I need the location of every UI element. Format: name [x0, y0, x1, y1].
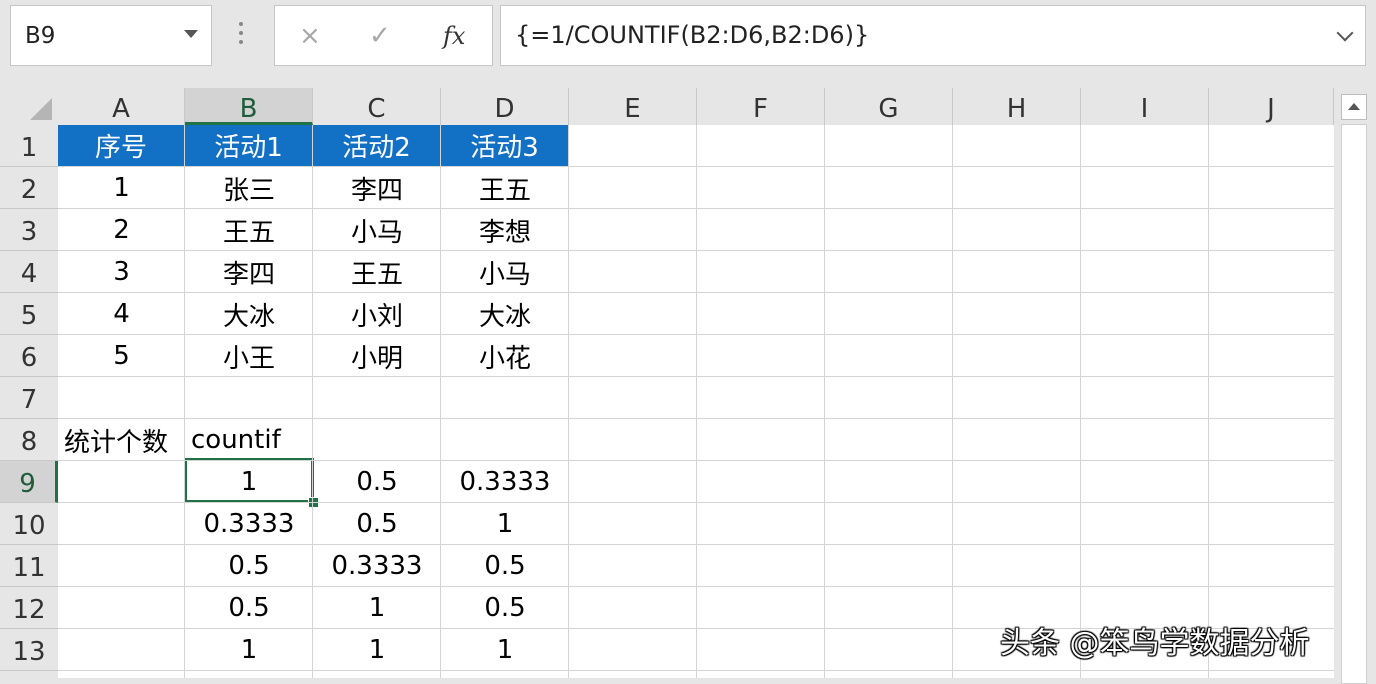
name-box[interactable]: B9	[10, 5, 212, 66]
column-header-d[interactable]: D	[441, 88, 569, 125]
gridline-horizontal	[58, 586, 1334, 587]
expand-formula-icon[interactable]	[1336, 24, 1354, 42]
formula-buttons: × ✓ fx	[274, 5, 493, 66]
cell-a8[interactable]: 统计个数	[58, 419, 185, 461]
cell-c10[interactable]: 0.5	[313, 503, 441, 545]
formula-text[interactable]: {=1/COUNTIF(B2:D6,B2:D6)}	[515, 21, 869, 49]
cell-a4[interactable]: 3	[58, 251, 185, 293]
column-header-h[interactable]: H	[953, 88, 1081, 125]
row-header-5[interactable]: 5	[0, 293, 58, 335]
select-all-button[interactable]	[0, 88, 58, 125]
gridline-horizontal	[58, 460, 1334, 461]
cell-d12[interactable]: 0.5	[441, 587, 569, 629]
vertical-scrollbar[interactable]	[1334, 88, 1376, 684]
cell-a6[interactable]: 5	[58, 335, 185, 377]
cell-d3[interactable]: 李想	[441, 209, 569, 251]
cell-c12[interactable]: 1	[313, 587, 441, 629]
cell-a3[interactable]: 2	[58, 209, 185, 251]
column-header-e[interactable]: E	[569, 88, 697, 125]
active-cell-border	[184, 458, 314, 503]
more-options-icon[interactable]	[238, 22, 244, 48]
cell-a2[interactable]: 1	[58, 167, 185, 209]
cell-d2[interactable]: 王五	[441, 167, 569, 209]
cell-b11[interactable]: 0.5	[185, 545, 313, 587]
row-header-11[interactable]: 11	[0, 545, 58, 587]
cell-b5[interactable]: 大冰	[185, 293, 313, 335]
scrollbar-track[interactable]	[1341, 124, 1367, 684]
name-box-value: B9	[25, 23, 56, 49]
cell-b2[interactable]: 张三	[185, 167, 313, 209]
cell-c1[interactable]: 活动2	[313, 125, 441, 166]
formula-input[interactable]: {=1/COUNTIF(B2:D6,B2:D6)}	[500, 5, 1366, 66]
cell-b12[interactable]: 0.5	[185, 587, 313, 629]
enter-icon[interactable]: ✓	[369, 20, 391, 52]
cell-c4[interactable]: 王五	[313, 251, 441, 293]
cell-b6[interactable]: 小王	[185, 335, 313, 377]
row-header-8[interactable]: 8	[0, 419, 58, 461]
gridline-horizontal	[58, 334, 1334, 335]
cell-d9[interactable]: 0.3333	[441, 461, 569, 503]
cell-d4[interactable]: 小马	[441, 251, 569, 293]
row-header-6[interactable]: 6	[0, 335, 58, 377]
cell-d6[interactable]: 小花	[441, 335, 569, 377]
cell-d10[interactable]: 1	[441, 503, 569, 545]
row-header-1[interactable]: 1	[0, 125, 58, 167]
cell-c9[interactable]: 0.5	[313, 461, 441, 503]
column-header-c[interactable]: C	[313, 88, 441, 125]
worksheet-grid[interactable]: 序号 活动1 活动2 活动3 1 张三 李四 王五 2 王五 小马 李想 3 李四 王五 小马 4 大冰 小刘 大冰 5…	[58, 125, 1334, 678]
cell-b1[interactable]: 活动1	[185, 125, 313, 166]
gridline-horizontal	[58, 292, 1334, 293]
cancel-icon[interactable]: ×	[299, 20, 321, 52]
gridline-horizontal	[58, 208, 1334, 209]
column-header-i[interactable]: I	[1081, 88, 1209, 125]
chevron-down-icon[interactable]	[184, 30, 198, 38]
gridline-horizontal	[58, 250, 1334, 251]
row-header-3[interactable]: 3	[0, 209, 58, 251]
cell-d11[interactable]: 0.5	[441, 545, 569, 587]
gridline-horizontal	[58, 670, 1334, 671]
column-header-b[interactable]: B	[185, 88, 313, 125]
cell-b10[interactable]: 0.3333	[185, 503, 313, 545]
row-header-2[interactable]: 2	[0, 167, 58, 209]
cell-c13[interactable]: 1	[313, 629, 441, 671]
cell-c3[interactable]: 小马	[313, 209, 441, 251]
select-all-icon	[30, 98, 52, 120]
gridline-horizontal	[58, 502, 1334, 503]
cell-c2[interactable]: 李四	[313, 167, 441, 209]
formula-bar-area: B9 × ✓ fx {=1/COUNTIF(B2:D6,B2:D6)}	[0, 0, 1376, 86]
row-header-4[interactable]: 4	[0, 251, 58, 293]
row-header-7[interactable]: 7	[0, 377, 58, 419]
cell-b13[interactable]: 1	[185, 629, 313, 671]
watermark: 头条 @笨鸟学数据分析	[1000, 626, 1310, 661]
gridline-horizontal	[58, 166, 1334, 167]
cell-c6[interactable]: 小明	[313, 335, 441, 377]
row-header-9[interactable]: 9	[0, 461, 58, 503]
column-header-a[interactable]: A	[58, 88, 185, 125]
gridline-horizontal	[58, 544, 1334, 545]
column-header-g[interactable]: G	[825, 88, 953, 125]
gridline-horizontal	[58, 376, 1334, 377]
column-header-j[interactable]: J	[1209, 88, 1334, 125]
cell-d13[interactable]: 1	[441, 629, 569, 671]
row-header-13[interactable]: 13	[0, 629, 58, 671]
column-header-f[interactable]: F	[697, 88, 825, 125]
cell-b8[interactable]: countif	[185, 419, 313, 461]
gridline-horizontal	[58, 418, 1334, 419]
cell-c5[interactable]: 小刘	[313, 293, 441, 335]
scroll-up-button[interactable]	[1341, 94, 1367, 120]
cell-a5[interactable]: 4	[58, 293, 185, 335]
cell-d1[interactable]: 活动3	[441, 125, 569, 166]
cell-a1[interactable]: 序号	[58, 125, 185, 166]
insert-function-icon[interactable]: fx	[443, 20, 465, 52]
cell-b4[interactable]: 李四	[185, 251, 313, 293]
cell-d5[interactable]: 大冰	[441, 293, 569, 335]
row-header-12[interactable]: 12	[0, 587, 58, 629]
cell-b3[interactable]: 王五	[185, 209, 313, 251]
row-header-10[interactable]: 10	[0, 503, 58, 545]
cell-c11[interactable]: 0.3333	[313, 545, 441, 587]
